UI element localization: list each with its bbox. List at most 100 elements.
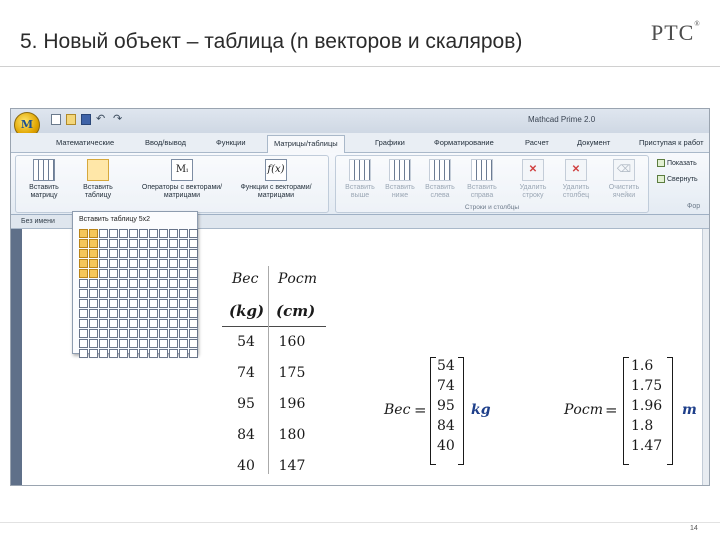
table-size-cell[interactable] bbox=[99, 289, 108, 298]
table-size-cell[interactable] bbox=[89, 229, 98, 238]
table-size-cell[interactable] bbox=[159, 299, 168, 308]
table-size-cell[interactable] bbox=[189, 339, 198, 348]
table-cell-weight[interactable]: 84 bbox=[224, 427, 268, 443]
table-size-cell[interactable] bbox=[179, 289, 188, 298]
table-size-cell[interactable] bbox=[159, 269, 168, 278]
tab-matrices-tables[interactable]: Матрицы/таблицы bbox=[267, 135, 345, 153]
tab-calculation[interactable]: Расчет bbox=[525, 138, 549, 147]
table-size-cell[interactable] bbox=[129, 239, 138, 248]
table-size-cell[interactable] bbox=[99, 239, 108, 248]
table-size-cell[interactable] bbox=[179, 279, 188, 288]
table-size-cell[interactable] bbox=[79, 349, 88, 358]
tab-input-output[interactable]: Ввод/вывод bbox=[145, 138, 186, 147]
table-size-cell[interactable] bbox=[149, 299, 158, 308]
table-size-cell[interactable] bbox=[109, 229, 118, 238]
table-size-cell[interactable] bbox=[89, 319, 98, 328]
document-tab[interactable]: Без имени bbox=[21, 218, 55, 225]
vertical-scrollbar[interactable] bbox=[702, 229, 709, 485]
table-size-cell[interactable] bbox=[169, 259, 178, 268]
table-size-cell[interactable] bbox=[129, 249, 138, 258]
insert-below-button[interactable]: Вставить ниже bbox=[382, 159, 418, 200]
table-size-cell[interactable] bbox=[159, 289, 168, 298]
table-size-cell[interactable] bbox=[139, 289, 148, 298]
table-size-cell[interactable] bbox=[139, 239, 148, 248]
table-size-cell[interactable] bbox=[79, 309, 88, 318]
table-size-cell[interactable] bbox=[129, 339, 138, 348]
table-size-cell[interactable] bbox=[189, 319, 198, 328]
table-size-cell[interactable] bbox=[109, 349, 118, 358]
table-size-cell[interactable] bbox=[89, 349, 98, 358]
table-size-cell[interactable] bbox=[159, 349, 168, 358]
table-size-cell[interactable] bbox=[119, 299, 128, 308]
table-size-cell[interactable] bbox=[149, 319, 158, 328]
table-size-cell[interactable] bbox=[169, 339, 178, 348]
table-size-cell[interactable] bbox=[109, 319, 118, 328]
table-size-cell[interactable] bbox=[179, 299, 188, 308]
table-size-cell[interactable] bbox=[129, 349, 138, 358]
table-size-cell[interactable] bbox=[89, 239, 98, 248]
table-size-cell[interactable] bbox=[169, 349, 178, 358]
table-size-cell[interactable] bbox=[139, 229, 148, 238]
table-size-cell[interactable] bbox=[139, 339, 148, 348]
tab-math[interactable]: Математические bbox=[56, 138, 114, 147]
table-size-cell[interactable] bbox=[159, 329, 168, 338]
table-size-cell[interactable] bbox=[169, 269, 178, 278]
table-size-cell[interactable] bbox=[79, 279, 88, 288]
insert-matrix-button[interactable]: Вставить матрицу bbox=[22, 159, 66, 200]
table-size-cell[interactable] bbox=[159, 339, 168, 348]
table-size-cell[interactable] bbox=[189, 309, 198, 318]
table-size-cell[interactable] bbox=[89, 329, 98, 338]
table-size-cell[interactable] bbox=[189, 299, 198, 308]
table-size-cell[interactable] bbox=[129, 329, 138, 338]
table-size-cell[interactable] bbox=[179, 319, 188, 328]
table-size-cell[interactable] bbox=[169, 279, 178, 288]
table-size-cell[interactable] bbox=[129, 269, 138, 278]
table-size-cell[interactable] bbox=[109, 289, 118, 298]
table-size-cell[interactable] bbox=[119, 229, 128, 238]
table-size-cell[interactable] bbox=[99, 339, 108, 348]
table-size-cell[interactable] bbox=[79, 299, 88, 308]
table-size-cell[interactable] bbox=[139, 319, 148, 328]
table-size-cell[interactable] bbox=[89, 339, 98, 348]
table-size-cell[interactable] bbox=[149, 259, 158, 268]
table-size-cell[interactable] bbox=[139, 299, 148, 308]
table-size-cell[interactable] bbox=[79, 329, 88, 338]
table-size-cell[interactable] bbox=[179, 249, 188, 258]
table-size-cell[interactable] bbox=[89, 299, 98, 308]
table-size-cell[interactable] bbox=[129, 319, 138, 328]
table-size-cell[interactable] bbox=[149, 309, 158, 318]
table-size-cell[interactable] bbox=[139, 249, 148, 258]
table-size-cell[interactable] bbox=[109, 329, 118, 338]
table-size-cell[interactable] bbox=[159, 259, 168, 268]
table-size-cell[interactable] bbox=[189, 329, 198, 338]
table-size-cell[interactable] bbox=[159, 239, 168, 248]
table-size-cell[interactable] bbox=[119, 259, 128, 268]
table-size-cell[interactable] bbox=[119, 349, 128, 358]
insert-table-button[interactable]: Вставить таблицу bbox=[74, 159, 122, 200]
table-cell-height[interactable]: 147 bbox=[270, 458, 314, 474]
table-size-cell[interactable] bbox=[149, 239, 158, 248]
table-size-cell[interactable] bbox=[99, 269, 108, 278]
table-size-cell[interactable] bbox=[129, 309, 138, 318]
insert-right-button[interactable]: Вставить справа bbox=[462, 159, 502, 200]
table-size-cell[interactable] bbox=[139, 259, 148, 268]
table-size-cell[interactable] bbox=[139, 269, 148, 278]
table-size-cell[interactable] bbox=[129, 229, 138, 238]
table-size-cell[interactable] bbox=[129, 259, 138, 268]
table-size-cell[interactable] bbox=[129, 299, 138, 308]
delete-row-button[interactable]: ✕ Удалить строку bbox=[514, 159, 552, 200]
table-size-cell[interactable] bbox=[159, 249, 168, 258]
table-size-cell[interactable] bbox=[179, 229, 188, 238]
table-size-cell[interactable] bbox=[99, 259, 108, 268]
table-size-cell[interactable] bbox=[119, 329, 128, 338]
table-size-cell[interactable] bbox=[119, 269, 128, 278]
table-size-cell[interactable] bbox=[189, 289, 198, 298]
table-size-cell[interactable] bbox=[99, 229, 108, 238]
insert-above-button[interactable]: Вставить выше bbox=[342, 159, 378, 200]
table-size-cell[interactable] bbox=[119, 339, 128, 348]
table-size-cell[interactable] bbox=[99, 319, 108, 328]
table-cell-height[interactable]: 180 bbox=[270, 427, 314, 443]
table-size-cell[interactable] bbox=[169, 299, 178, 308]
table-size-cell[interactable] bbox=[169, 319, 178, 328]
table-size-cell[interactable] bbox=[149, 329, 158, 338]
